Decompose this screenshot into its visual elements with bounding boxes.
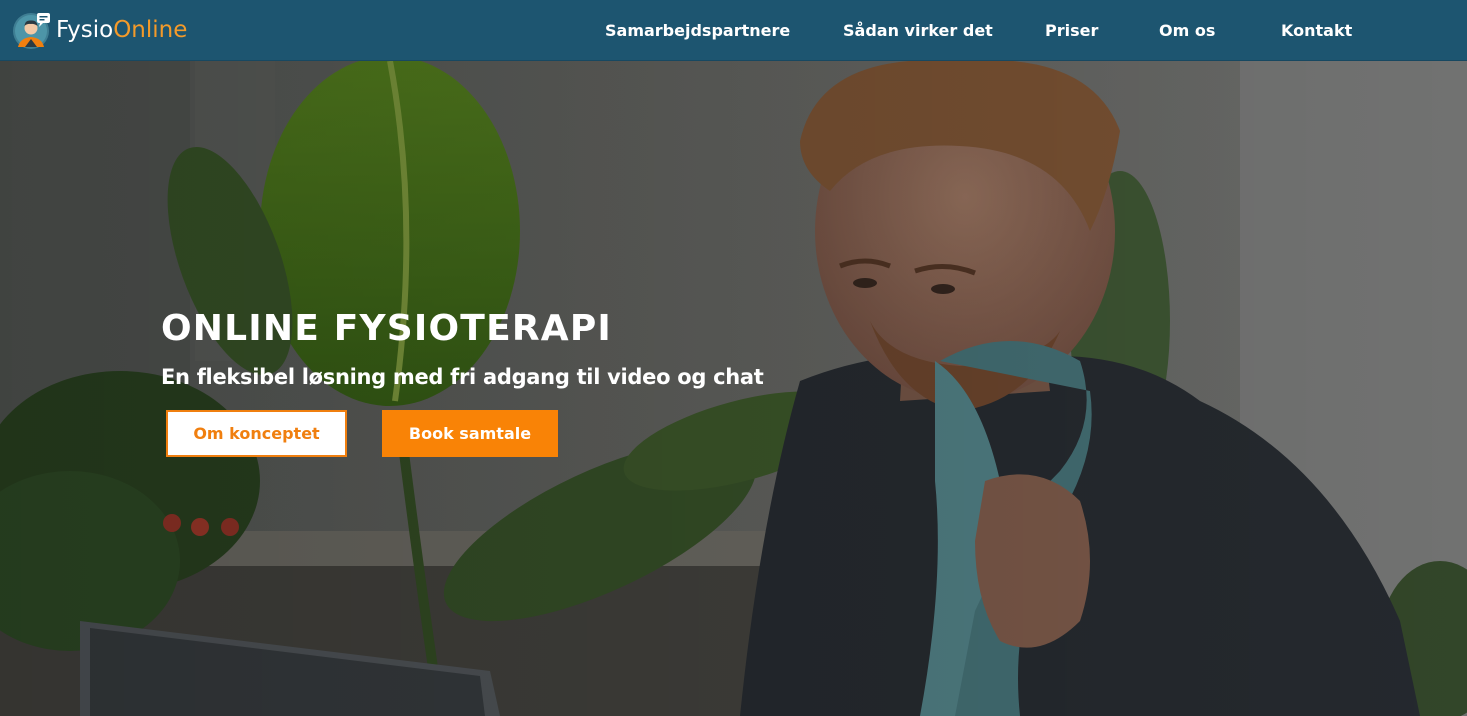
nav-link-om-os[interactable]: Om os xyxy=(1159,19,1215,43)
nav-link-saadan-virker-det[interactable]: Sådan virker det xyxy=(843,19,993,43)
book-call-button[interactable]: Book samtale xyxy=(382,410,558,457)
brand-name: FysioOnline xyxy=(56,10,187,50)
brand-logo-icon xyxy=(13,13,50,49)
brand-logo-link[interactable]: FysioOnline xyxy=(12,10,187,50)
hero-section: ONLINE FYSIOTERAPI En fleksibel løsning … xyxy=(0,61,1467,716)
brand-name-part1: Fysio xyxy=(56,17,114,43)
brand-name-part2: Online xyxy=(113,17,188,43)
about-concept-button[interactable]: Om konceptet xyxy=(166,410,347,457)
hero-title: ONLINE FYSIOTERAPI xyxy=(161,308,613,349)
hero-subtitle: En fleksibel løsning med fri adgang til … xyxy=(161,365,764,389)
top-navbar: FysioOnline Samarbejdspartnere Sådan vir… xyxy=(0,0,1467,61)
nav-link-priser[interactable]: Priser xyxy=(1045,19,1098,43)
nav-link-kontakt[interactable]: Kontakt xyxy=(1281,19,1352,43)
nav-link-samarbejdspartnere[interactable]: Samarbejdspartnere xyxy=(605,19,790,43)
